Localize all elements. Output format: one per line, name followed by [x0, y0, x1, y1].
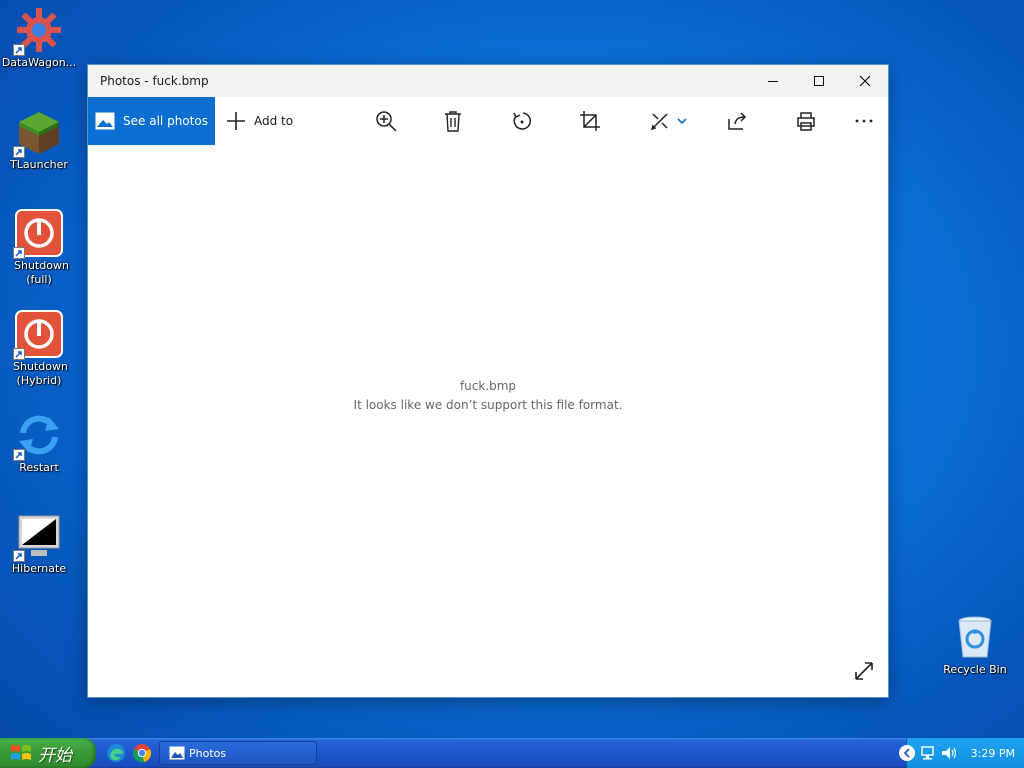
network-icon[interactable] [921, 745, 939, 761]
desktop-icon-label: Shutdown (full) [14, 259, 69, 286]
shortcut-arrow-icon [13, 44, 25, 56]
desktop-icon-label: DataWagon... [1, 56, 77, 69]
crop-button[interactable] [568, 97, 612, 145]
clock[interactable]: 3:29 PM [971, 747, 1015, 760]
shortcut-arrow-icon [13, 550, 25, 562]
start-label: 开始 [38, 745, 72, 766]
plus-icon [227, 112, 245, 130]
file-name-text: fuck.bmp [459, 379, 517, 393]
window-title: Photos - fuck.bmp [100, 74, 209, 88]
volume-icon[interactable] [941, 745, 957, 761]
delete-button[interactable] [431, 97, 475, 145]
desktop-icon-label: Hibernate [11, 562, 67, 575]
edge-quicklaunch[interactable] [106, 743, 126, 763]
maximize-icon [814, 76, 824, 86]
maximize-button[interactable] [796, 65, 842, 97]
desktop-icon-shutdown-full[interactable]: Shutdown (full) [1, 209, 77, 287]
fullscreen-button[interactable] [852, 659, 876, 683]
windows-logo-icon [11, 745, 31, 760]
expand-icon [855, 662, 873, 680]
shortcut-arrow-icon [13, 348, 25, 360]
recycle-bin-icon [951, 613, 999, 661]
power-icon [13, 209, 63, 259]
chevron-left-icon [903, 748, 910, 758]
add-to-label: Add to [254, 114, 294, 128]
start-button[interactable]: 开始 [0, 738, 96, 768]
monitor-icon [13, 512, 63, 562]
desktop-icon-datawagon[interactable]: DataWagon... [1, 6, 77, 70]
crop-icon [580, 111, 600, 131]
chrome-quicklaunch[interactable] [132, 743, 152, 763]
minimize-icon [768, 81, 778, 82]
system-tray: 3:29 PM [899, 738, 1024, 768]
trash-icon [445, 111, 461, 132]
shortcut-arrow-icon [13, 449, 25, 461]
more-options-button[interactable] [842, 97, 886, 145]
desktop-icon-shutdown-hybrid[interactable]: Shutdown (Hybrid) [1, 310, 77, 388]
restart-icon [13, 411, 63, 461]
zoom-in-icon [376, 111, 397, 132]
taskbar-item-photos[interactable]: Photos [159, 741, 317, 765]
zoom-button[interactable] [364, 97, 408, 145]
desktop-icon-label: Recycle Bin [943, 663, 1007, 676]
minimize-button[interactable] [750, 65, 796, 97]
desktop-icon-restart[interactable]: Restart [1, 411, 77, 475]
ellipsis-icon [855, 119, 873, 123]
print-button[interactable] [784, 97, 828, 145]
add-to-button[interactable]: Add to [226, 97, 293, 145]
desktop-icon-label: Shutdown (Hybrid) [13, 360, 68, 387]
photo-icon [95, 112, 115, 130]
chrome-browser-icon [132, 744, 152, 763]
taskbar: 开始 Photos 3:29 PM [0, 738, 1024, 768]
taskbar-item-label: Photos [189, 746, 227, 760]
shortcut-arrow-icon [13, 247, 25, 259]
desktop-icon-label: Restart [19, 461, 59, 474]
printer-icon [797, 112, 815, 131]
title-bar[interactable]: Photos - fuck.bmp [88, 65, 888, 97]
rotate-button[interactable] [500, 97, 544, 145]
chevron-down-icon [677, 118, 687, 125]
rotate-icon [513, 112, 532, 130]
grass-block-icon [13, 108, 63, 158]
desktop-icon-hibernate[interactable]: Hibernate [1, 512, 77, 576]
toolbar: See all photos Add to [88, 97, 888, 145]
show-hidden-icons-button[interactable] [899, 745, 915, 761]
photos-window: Photos - fuck.bmp See all photos Add to [88, 65, 888, 697]
gear-icon [13, 6, 63, 56]
share-button[interactable] [715, 97, 759, 145]
image-viewer-area: fuck.bmp It looks like we don’t support … [88, 145, 888, 697]
desktop-icon-recycle-bin[interactable]: Recycle Bin [937, 613, 1013, 677]
close-icon [859, 75, 871, 87]
edge-browser-icon [107, 744, 125, 762]
see-all-photos-label: See all photos [123, 114, 208, 128]
see-all-photos-button[interactable]: See all photos [88, 97, 215, 145]
shortcut-arrow-icon [13, 146, 25, 158]
photo-icon [169, 746, 185, 760]
desktop-icon-tlauncher[interactable]: TLauncher [1, 108, 77, 172]
edit-tools-icon [650, 113, 668, 131]
unsupported-format-message: It looks like we don’t support this file… [353, 398, 623, 412]
power-icon [13, 310, 63, 360]
edit-draw-button[interactable] [644, 97, 694, 145]
desktop-icon-label: TLauncher [10, 158, 68, 171]
close-button[interactable] [842, 65, 888, 97]
share-icon [728, 112, 747, 130]
